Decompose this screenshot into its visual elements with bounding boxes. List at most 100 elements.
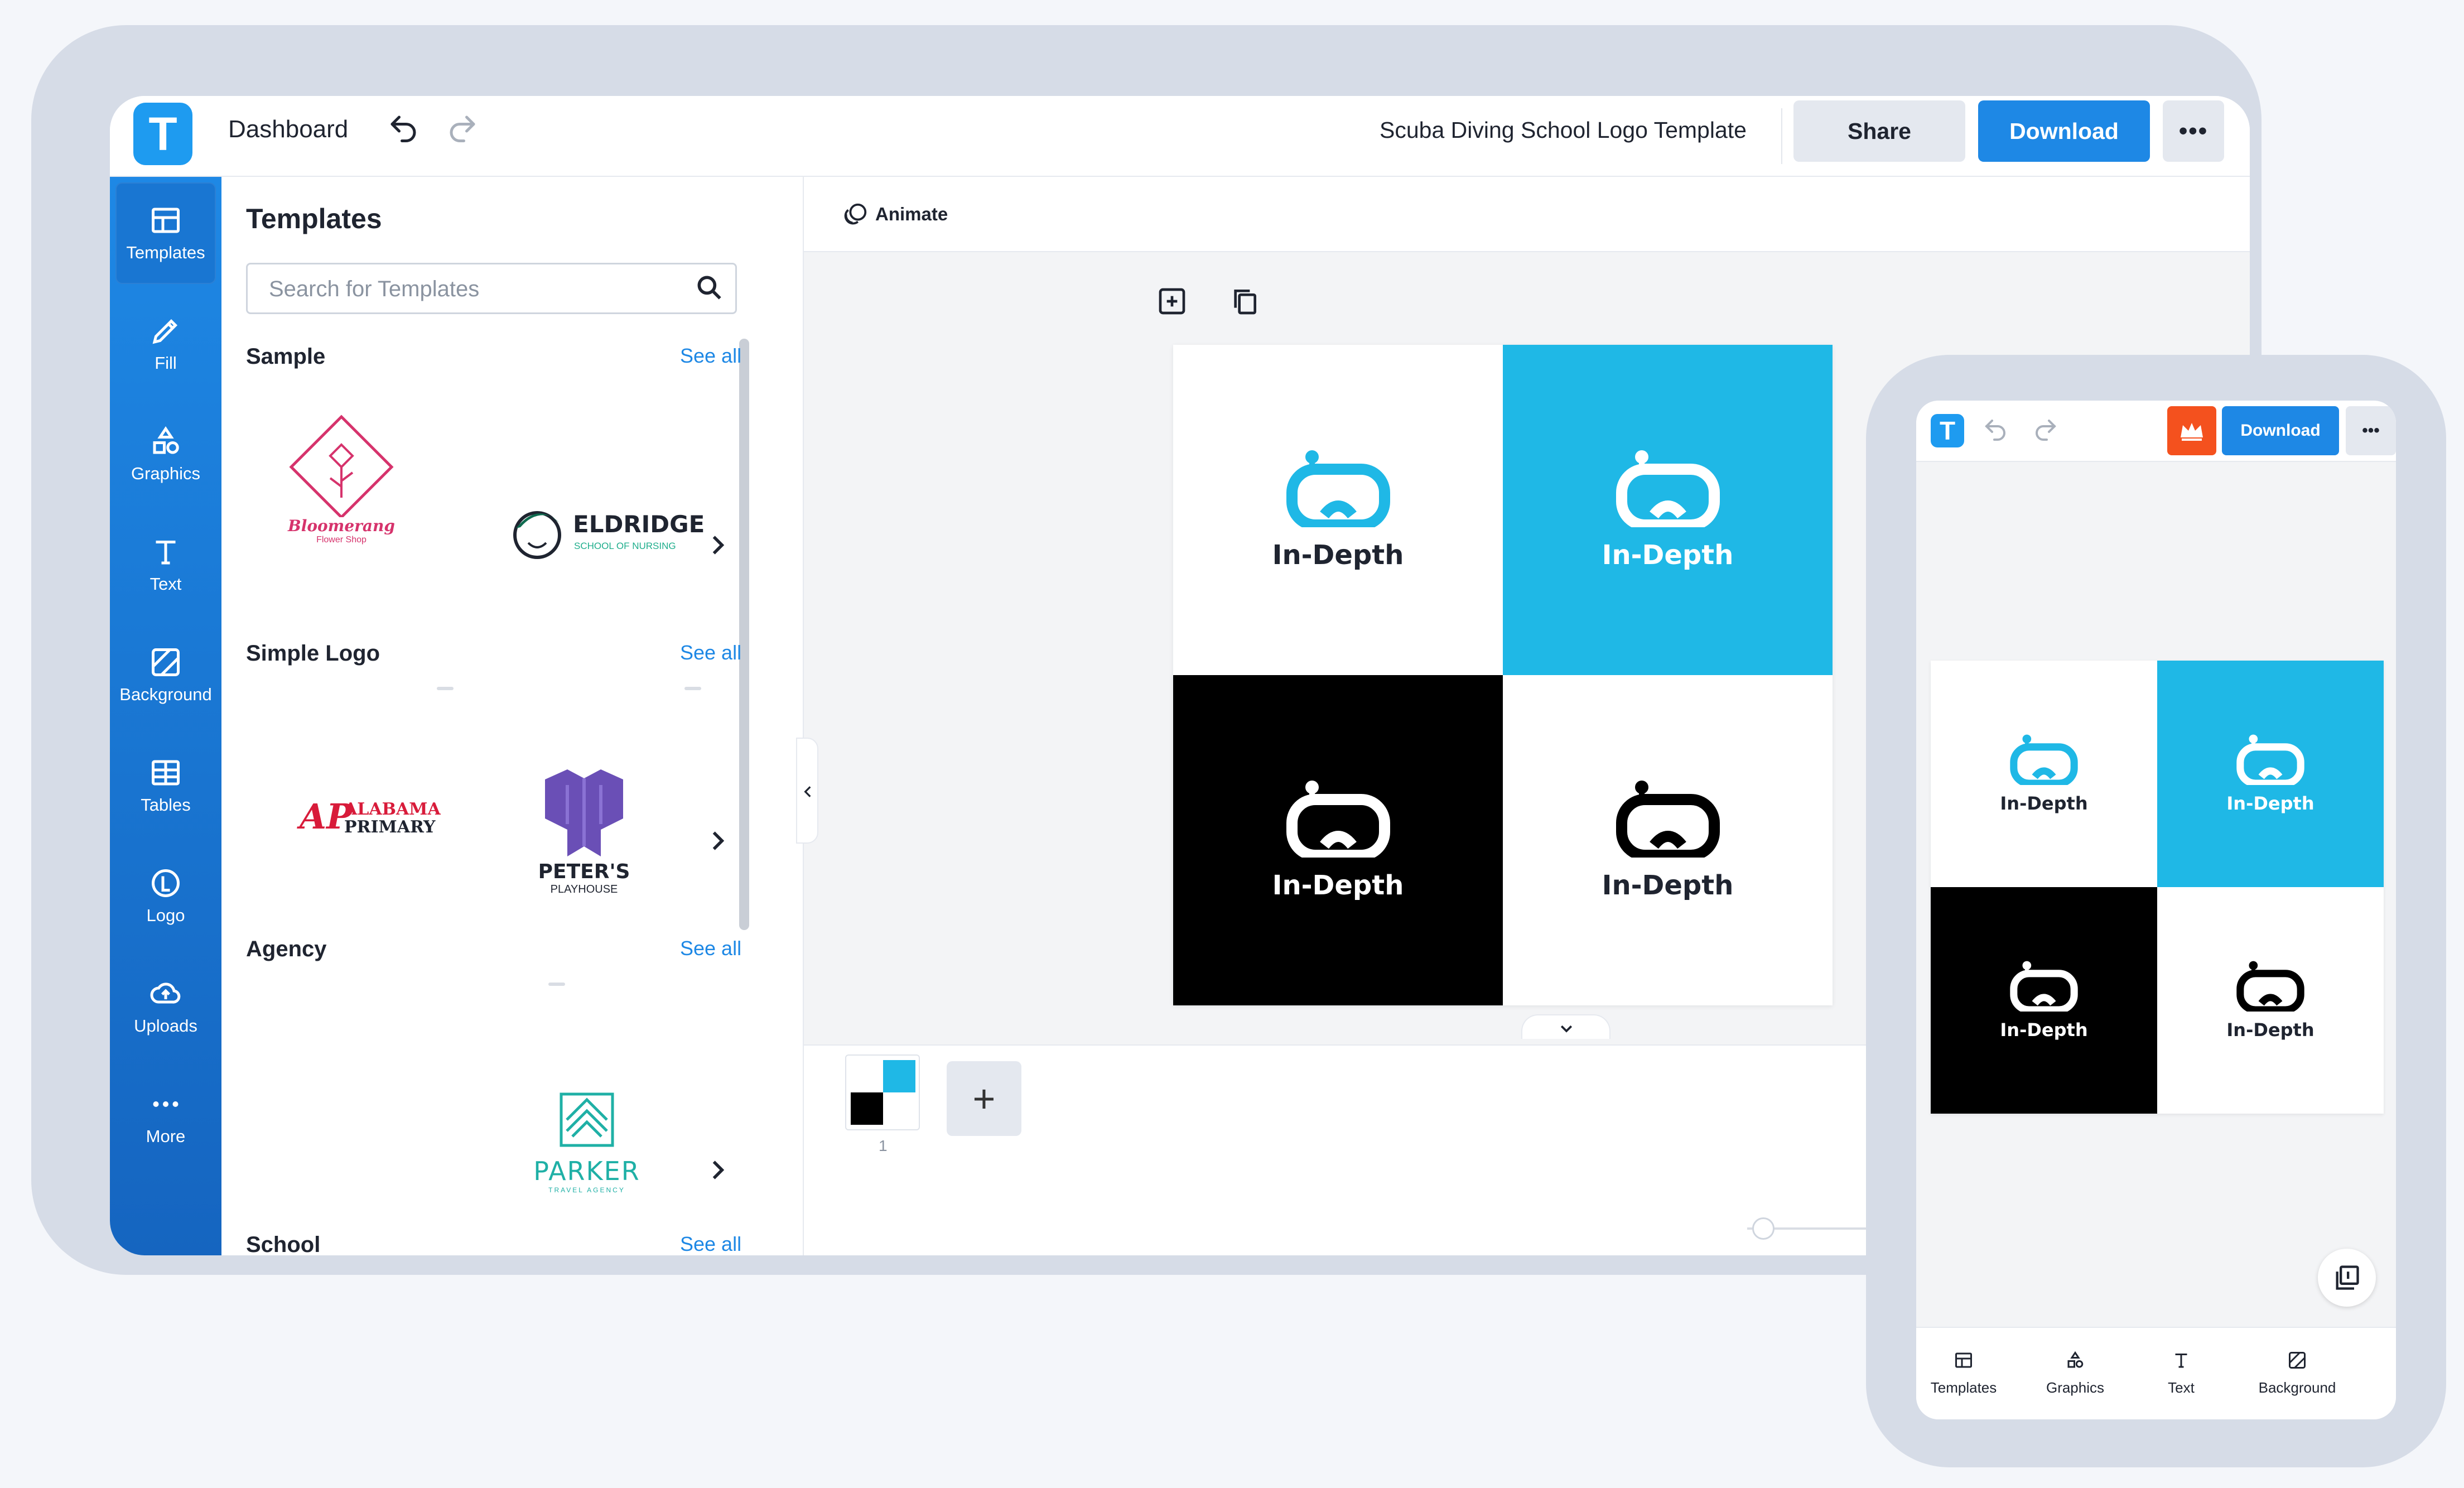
- carousel-indicator: [684, 687, 701, 690]
- duplicate-page-icon[interactable]: [1229, 286, 1260, 317]
- goggles-logo: [2010, 961, 2078, 1012]
- rail-item-fill[interactable]: Fill: [115, 293, 216, 394]
- nav-item-background[interactable]: Background: [2250, 1350, 2345, 1396]
- phone-top-bar: T Download •••: [1916, 401, 2396, 462]
- brand-name: In-Depth: [2000, 793, 2088, 814]
- collapse-pages-tab[interactable]: [1521, 1014, 1610, 1039]
- artboard[interactable]: In-Depth In-Depth In-Depth In-Depth: [1173, 345, 1833, 1005]
- see-all-agency[interactable]: See all: [680, 937, 741, 960]
- share-button[interactable]: Share: [1793, 100, 1965, 162]
- goggles-logo: [2010, 734, 2078, 785]
- rail-label: Uploads: [134, 1016, 197, 1036]
- logo-variant-mono[interactable]: In-Depth: [1503, 675, 1833, 1005]
- redo-icon[interactable]: [446, 112, 479, 145]
- thumb-quad: [851, 1092, 883, 1125]
- nav-item-templates[interactable]: Templates: [1916, 1350, 2011, 1396]
- table-icon: [152, 760, 180, 786]
- rail-label: Background: [119, 685, 212, 704]
- phone-frame: T Download ••• In-Depth In-Depth In-Dept…: [1866, 355, 2446, 1467]
- rail-item-graphics[interactable]: Graphics: [115, 403, 216, 505]
- logo-variant-mono[interactable]: In-Depth: [2157, 887, 2384, 1114]
- template-tagline: SCHOOL OF NURSING: [574, 541, 676, 551]
- more-options-button[interactable]: •••: [2163, 100, 2224, 162]
- top-bar: T Dashboard Scuba Diving School Logo Tem…: [110, 96, 2250, 177]
- download-button[interactable]: Download: [1978, 100, 2150, 162]
- thumb-quad: [851, 1060, 883, 1092]
- section-title-simple-logo: Simple Logo: [246, 641, 380, 666]
- background-icon: [152, 648, 180, 676]
- animate-icon[interactable]: [843, 201, 869, 227]
- add-page-icon[interactable]: [1156, 286, 1188, 317]
- pencil-icon: [152, 319, 178, 344]
- collapse-panel-tab[interactable]: [796, 738, 818, 844]
- more-dots-icon: [153, 1101, 179, 1107]
- nav-label: Background: [2258, 1379, 2336, 1396]
- nav-item-graphics[interactable]: Graphics: [2028, 1350, 2123, 1396]
- logo-variant-blue[interactable]: In-Depth: [1503, 345, 1833, 675]
- brand-name: In-Depth: [1272, 870, 1404, 901]
- chevron-right-icon[interactable]: [706, 1153, 730, 1187]
- add-page-button[interactable]: +: [947, 1061, 1021, 1136]
- chevron-right-icon[interactable]: [706, 528, 730, 562]
- more-options-button[interactable]: •••: [2346, 406, 2396, 455]
- brand-name: In-Depth: [2000, 1019, 2088, 1041]
- logo-variant-blue[interactable]: In-Depth: [2157, 661, 2384, 887]
- templates-icon: [1955, 1352, 1972, 1368]
- nav-label: Text: [2168, 1379, 2195, 1396]
- template-eldridge[interactable]: ELDRIDGE SCHOOL OF NURSING: [512, 500, 705, 573]
- logo-variant-white[interactable]: In-Depth: [1931, 661, 2157, 887]
- chevron-right-icon[interactable]: [706, 824, 730, 858]
- logo-icon: [152, 869, 180, 897]
- template-peters[interactable]: PETER'S PLAYHOUSE: [523, 763, 645, 913]
- page-thumbnail[interactable]: [845, 1054, 920, 1130]
- toolbar-divider: [1781, 108, 1782, 164]
- animate-button[interactable]: Animate: [875, 204, 948, 225]
- rail-item-uploads[interactable]: Uploads: [115, 956, 216, 1057]
- section-title-agency: Agency: [246, 937, 327, 961]
- redo-icon[interactable]: [2032, 416, 2059, 443]
- template-name: PETER'S: [538, 860, 630, 883]
- rail-item-logo[interactable]: Logo: [115, 845, 216, 947]
- search-placeholder: Search for Templates: [269, 277, 480, 301]
- artboard[interactable]: In-Depth In-Depth In-Depth In-Depth: [1931, 661, 2384, 1114]
- app-logo[interactable]: T: [133, 103, 192, 165]
- rail-item-text[interactable]: Text: [115, 514, 216, 615]
- premium-button[interactable]: [2167, 406, 2216, 455]
- rail-item-more[interactable]: More: [115, 1066, 216, 1168]
- goggles-logo: [2236, 734, 2304, 785]
- app-logo[interactable]: T: [1931, 414, 1964, 447]
- see-all-simple-logo[interactable]: See all: [680, 641, 741, 664]
- logo-variant-white[interactable]: In-Depth: [1173, 345, 1503, 675]
- search-icon[interactable]: [694, 272, 725, 304]
- document-title[interactable]: Scuba Diving School Logo Template: [1380, 117, 1747, 143]
- undo-icon[interactable]: [387, 112, 420, 145]
- rail-item-tables[interactable]: Tables: [115, 735, 216, 836]
- template-tagline: PRIMARY: [344, 817, 436, 837]
- goggles-logo: [1616, 781, 1720, 858]
- logo-variant-black[interactable]: In-Depth: [1173, 675, 1503, 1005]
- rail-item-background[interactable]: Background: [115, 624, 216, 726]
- rail-label: Text: [150, 574, 182, 594]
- template-parker[interactable]: PARKER TRAVEL AGENCY: [523, 1092, 651, 1203]
- pages-button[interactable]: [2318, 1249, 2376, 1307]
- rail-item-templates[interactable]: Templates: [115, 182, 216, 284]
- rail-label: Logo: [146, 906, 185, 925]
- animate-bar: Animate: [804, 177, 2250, 252]
- zoom-slider-handle[interactable]: [1752, 1217, 1775, 1240]
- see-all-school[interactable]: See all: [680, 1232, 741, 1255]
- section-title-sample: Sample: [246, 344, 326, 369]
- logo-variant-black[interactable]: In-Depth: [1931, 887, 2157, 1114]
- nav-item-text[interactable]: Text: [2134, 1350, 2229, 1396]
- rail-label: Fill: [155, 353, 177, 373]
- see-all-sample[interactable]: See all: [680, 344, 741, 368]
- template-name: PARKER: [533, 1156, 640, 1186]
- undo-icon[interactable]: [1982, 416, 2009, 443]
- template-bloomerang[interactable]: Bloomerang Flower Shop: [272, 411, 411, 556]
- dashboard-link[interactable]: Dashboard: [228, 115, 348, 143]
- background-icon: [2289, 1352, 2306, 1369]
- panel-scrollbar[interactable]: [739, 339, 749, 930]
- template-alabama[interactable]: AP ALABAMA PRIMARY: [300, 796, 445, 841]
- goggles-logo: [1286, 450, 1390, 527]
- search-input[interactable]: Search for Templates: [246, 263, 737, 314]
- download-button[interactable]: Download: [2222, 406, 2339, 455]
